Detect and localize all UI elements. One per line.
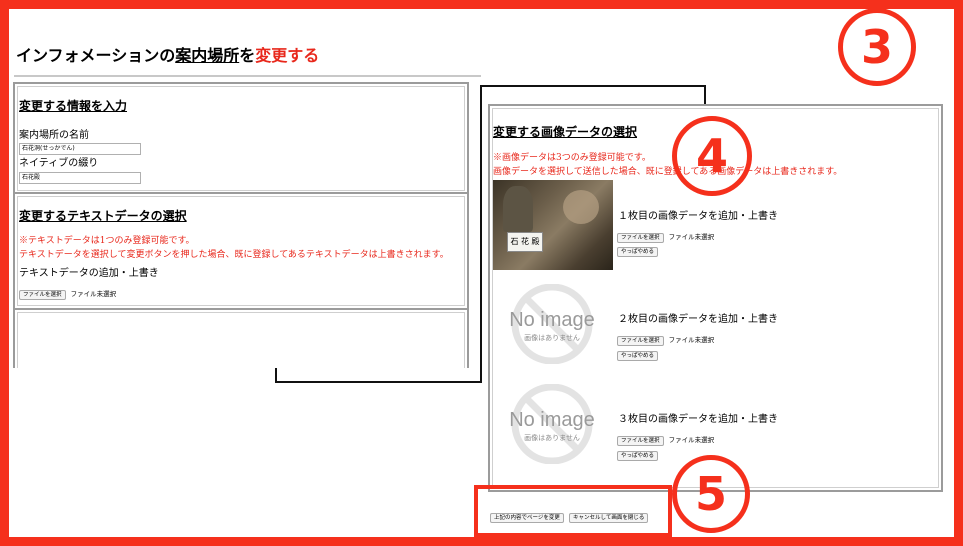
text-add-label: テキストデータの追加・上書き (19, 268, 159, 279)
no-image-icon: No image 画像はありません (509, 284, 595, 364)
info-heading: 変更する情報を入力 (19, 99, 128, 113)
image-heading: 変更する画像データの選択 (493, 125, 638, 139)
annotation-badge-3: 3 (838, 8, 916, 86)
title-divider (14, 75, 481, 77)
no-image-placeholder-3: No image 画像はありません (500, 384, 604, 464)
info-panel: 変更する情報を入力 案内場所の名前 石花洞(せっかでん) ネイティブの綴り 石花… (13, 82, 469, 195)
no-image-icon: No image 画像はありません (509, 384, 595, 464)
image-3-no-file: ファイル未選択 (668, 436, 715, 444)
photo-sign: 石 花 殿 (507, 232, 543, 252)
no-image-sub-2: 画像はありません (524, 333, 580, 342)
annotation-badge-5: 5 (672, 455, 750, 533)
image-note-2: 画像データを選択して送信した場合、既に登録してある画像データは上書きされます。 (493, 167, 843, 177)
no-image-sub-3: 画像はありません (524, 433, 580, 442)
text-no-file: ファイル未選択 (70, 290, 117, 298)
image-1-cancel-button[interactable]: やっぱやめる (617, 247, 659, 257)
annotation-badge-4: 4 (672, 116, 752, 196)
native-input[interactable]: 石花殿 (19, 172, 141, 184)
text-panel: 変更するテキストデータの選択 ※テキストデータは1つのみ登録可能です。 テキスト… (13, 192, 469, 310)
name-label: 案内場所の名前 (19, 130, 89, 141)
image-3-label: ３枚目の画像データを追加・上書き (618, 414, 778, 425)
image-3-cancel-button[interactable]: やっぱやめる (617, 451, 659, 461)
image-1-no-file: ファイル未選択 (668, 233, 715, 241)
image-1-label: １枚目の画像データを追加・上書き (618, 211, 778, 222)
text-heading: 変更するテキストデータの選択 (19, 209, 187, 223)
image-2-cancel-button[interactable]: やっぱやめる (617, 351, 659, 361)
connector-vertical (480, 85, 482, 383)
no-image-placeholder-2: No image 画像はありません (500, 284, 604, 364)
page-title: インフォメーションの案内場所を変更する (16, 46, 320, 65)
no-image-title-2: No image (509, 309, 595, 331)
text-note-2: テキストデータを選択して変更ボタンを押した場合、既に登録してあるテキストデータは… (19, 250, 449, 260)
image-2-label: ２枚目の画像データを追加・上書き (618, 314, 778, 325)
native-label: ネイティブの綴り (19, 158, 99, 169)
annotation-highlight-box (474, 485, 672, 537)
no-image-title-3: No image (509, 409, 595, 431)
image-thumbnail-1: 石 花 殿 (493, 180, 613, 270)
text-choose-file-button[interactable]: ファイルを選択 (19, 290, 66, 300)
image-2-no-file: ファイル未選択 (668, 336, 715, 344)
text-note-1: ※テキストデータは1つのみ登録可能です。 (19, 236, 195, 246)
left-panel-tail (13, 308, 469, 368)
image-note-1: ※画像データは3つのみ登録可能です。 (493, 153, 651, 163)
